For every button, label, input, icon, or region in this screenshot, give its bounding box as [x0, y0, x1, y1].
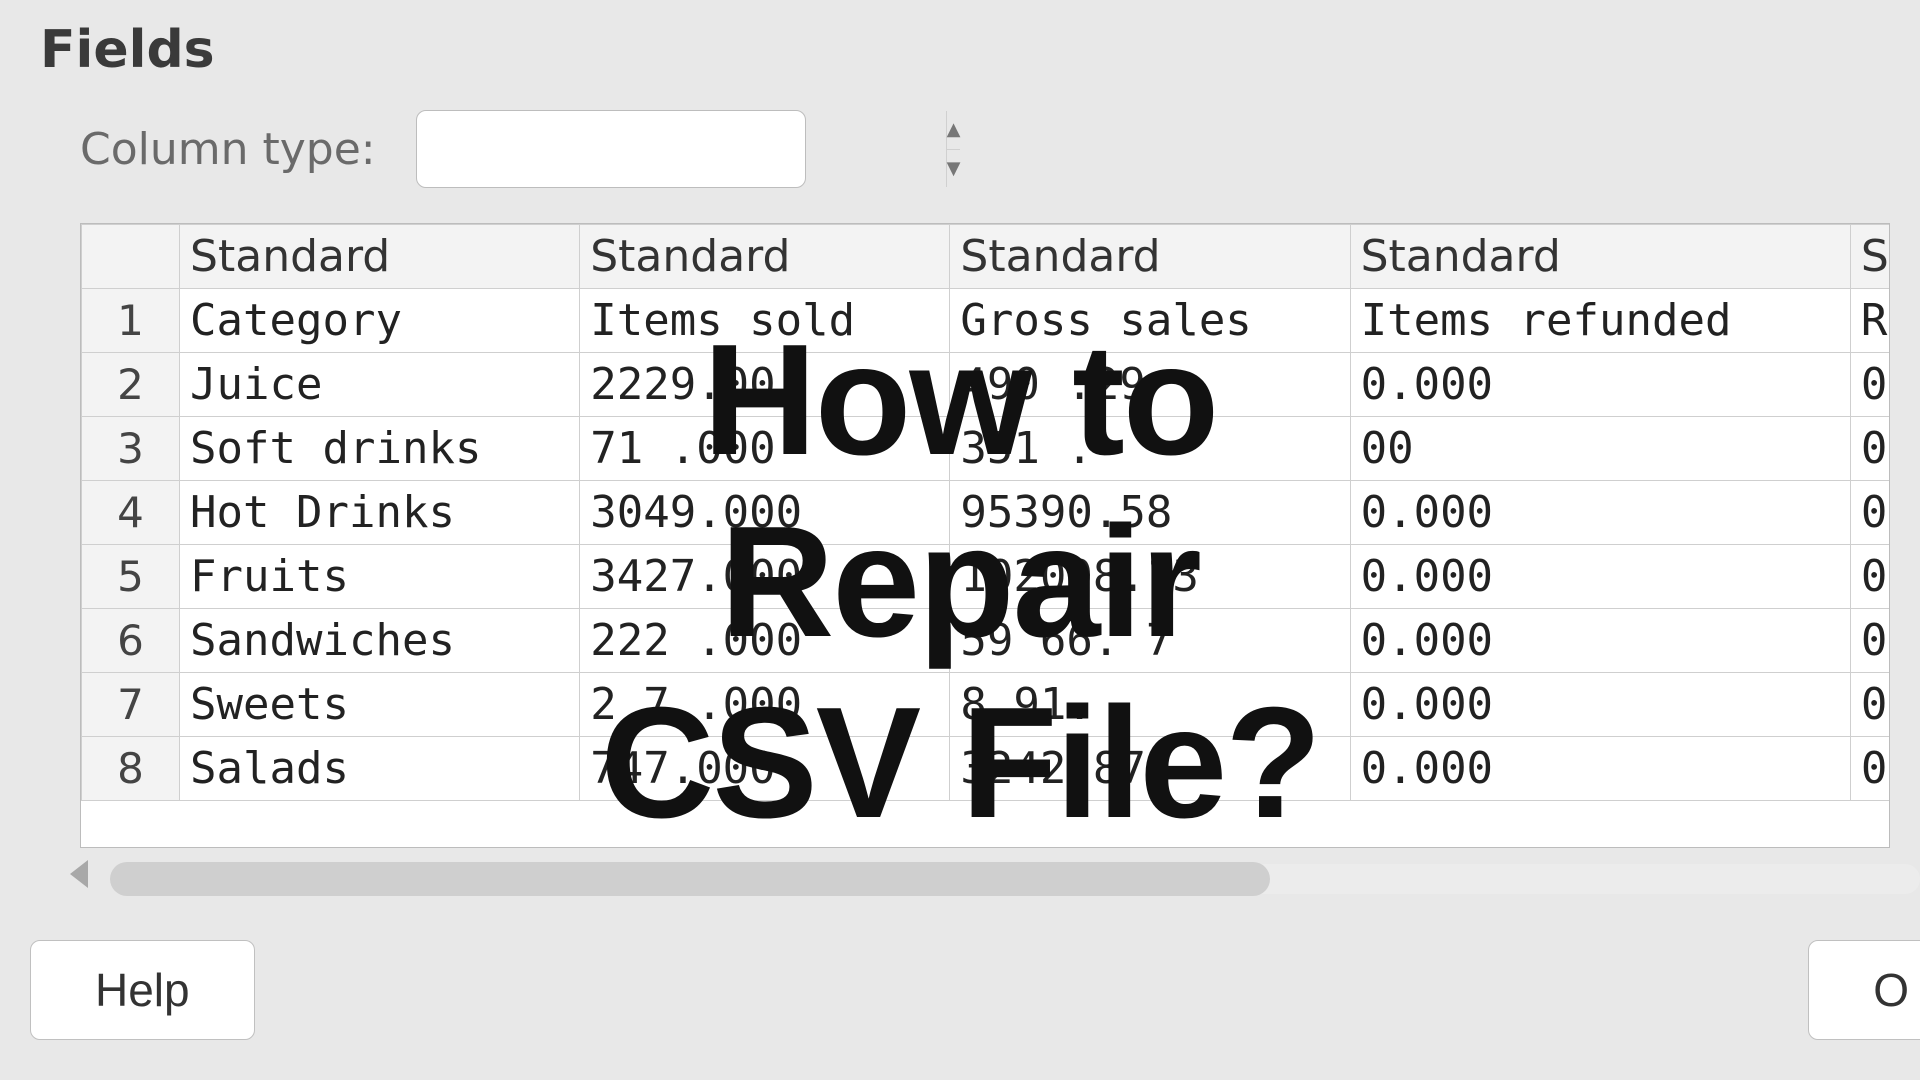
column-type-row: Column type: ▲ ▼ [80, 110, 1890, 188]
spinner-buttons: ▲ ▼ [946, 111, 961, 187]
table-cell[interactable]: 0.000 [1350, 481, 1850, 545]
table-cell[interactable]: Salads [180, 737, 580, 801]
table-corner [82, 225, 180, 289]
column-header[interactable]: Standard [1350, 225, 1850, 289]
table-cell[interactable]: Category [180, 289, 580, 353]
column-type-input[interactable] [417, 111, 946, 187]
preview-table[interactable]: Standard Standard Standard Standard Stan… [80, 223, 1890, 848]
table-cell[interactable]: 0.0 [1850, 609, 1890, 673]
table-cell[interactable]: 2 7 .000 [580, 673, 950, 737]
ok-button[interactable]: O [1808, 940, 1920, 1040]
row-number[interactable]: 2 [82, 353, 180, 417]
table-row[interactable]: 7Sweets2 7 .0008 91. 0.0000.0 [82, 673, 1891, 737]
table-cell[interactable]: Items refunded [1350, 289, 1850, 353]
table-row[interactable]: 2Juice2229.00490 .290.0000.0 [82, 353, 1891, 417]
scrollbar-thumb[interactable] [110, 862, 1270, 896]
table-row[interactable]: 8Salads747.0003242.870.0000.0 [82, 737, 1891, 801]
dialog-button-row: Help O [30, 940, 1920, 1040]
table-row[interactable]: 3Soft drinks71 .000351 . 000.0 [82, 417, 1891, 481]
row-number[interactable]: 5 [82, 545, 180, 609]
spinner-up-icon[interactable]: ▲ [947, 111, 961, 150]
row-number[interactable]: 4 [82, 481, 180, 545]
table-cell[interactable]: 0.000 [1350, 353, 1850, 417]
table-row[interactable]: 4Hot Drinks3049.00095390.580.0000.0 [82, 481, 1891, 545]
column-header[interactable]: Stan [1850, 225, 1890, 289]
row-number[interactable]: 3 [82, 417, 180, 481]
spinner-down-icon[interactable]: ▼ [947, 150, 961, 188]
table-cell[interactable]: 3049.000 [580, 481, 950, 545]
table-cell[interactable]: Sandwiches [180, 609, 580, 673]
table-cell[interactable]: 747.000 [580, 737, 950, 801]
section-title: Fields [40, 20, 1890, 80]
table-header-row: Standard Standard Standard Standard Stan [82, 225, 1891, 289]
table-cell[interactable]: 3242.87 [950, 737, 1350, 801]
table-cell[interactable]: 3427.000 [580, 545, 950, 609]
row-number[interactable]: 1 [82, 289, 180, 353]
table-cell[interactable]: Ref [1850, 289, 1890, 353]
table-cell[interactable]: 59 66. 7 [950, 609, 1350, 673]
table-cell[interactable]: Gross sales [950, 289, 1350, 353]
table-cell[interactable]: 0.0 [1850, 353, 1890, 417]
table-cell[interactable]: 0.0 [1850, 545, 1890, 609]
table-row[interactable]: 1CategoryItems soldGross salesItems refu… [82, 289, 1891, 353]
scrollbar-track[interactable] [110, 864, 1920, 894]
table-cell[interactable]: 00 [1350, 417, 1850, 481]
table-cell[interactable]: Soft drinks [180, 417, 580, 481]
horizontal-scrollbar[interactable] [50, 860, 1920, 900]
table-cell[interactable]: 0.000 [1350, 609, 1850, 673]
table-cell[interactable]: 95390.58 [950, 481, 1350, 545]
table-cell[interactable]: Hot Drinks [180, 481, 580, 545]
table-cell[interactable]: 102008.13 [950, 545, 1350, 609]
table-cell[interactable]: 0.0 [1850, 481, 1890, 545]
row-number[interactable]: 6 [82, 609, 180, 673]
fields-panel: Fields Column type: ▲ ▼ Standard Standar… [0, 0, 1920, 1080]
table-row[interactable]: 5Fruits3427.000102008.130.0000.0 [82, 545, 1891, 609]
table-cell[interactable]: 222 .000 [580, 609, 950, 673]
table-cell[interactable]: 0.000 [1350, 545, 1850, 609]
table-cell[interactable]: 71 .000 [580, 417, 950, 481]
column-type-label: Column type: [80, 124, 376, 175]
table-row[interactable]: 6Sandwiches222 .00059 66. 70.0000.0 [82, 609, 1891, 673]
table-cell[interactable]: 0.0 [1850, 417, 1890, 481]
table-cell[interactable]: 0.0 [1850, 673, 1890, 737]
table-cell[interactable]: Sweets [180, 673, 580, 737]
table-cell[interactable]: 0.000 [1350, 673, 1850, 737]
table-cell[interactable]: 0.000 [1350, 737, 1850, 801]
column-header[interactable]: Standard [580, 225, 950, 289]
table-cell[interactable]: 351 . [950, 417, 1350, 481]
table-cell[interactable]: 8 91. [950, 673, 1350, 737]
row-number[interactable]: 8 [82, 737, 180, 801]
table-cell[interactable]: 2229.00 [580, 353, 950, 417]
scroll-left-icon[interactable] [70, 860, 88, 888]
table-cell[interactable]: Juice [180, 353, 580, 417]
table-cell[interactable]: Items sold [580, 289, 950, 353]
column-header[interactable]: Standard [180, 225, 580, 289]
table-cell[interactable]: Fruits [180, 545, 580, 609]
table-cell[interactable]: 0.0 [1850, 737, 1890, 801]
table-cell[interactable]: 490 .29 [950, 353, 1350, 417]
column-type-spinner[interactable]: ▲ ▼ [416, 110, 806, 188]
row-number[interactable]: 7 [82, 673, 180, 737]
column-header[interactable]: Standard [950, 225, 1350, 289]
help-button[interactable]: Help [30, 940, 255, 1040]
